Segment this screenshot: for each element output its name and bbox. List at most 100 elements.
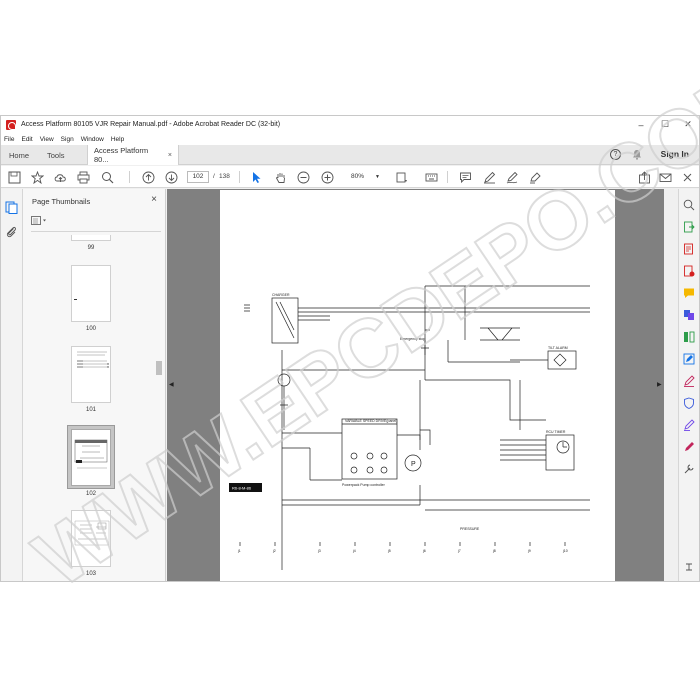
collapse-left-panel-icon[interactable]: ◀ <box>169 381 174 388</box>
thumbnail-page-101[interactable] <box>71 346 111 403</box>
menu-edit[interactable]: Edit <box>21 136 32 143</box>
zoom-out-icon[interactable] <box>296 170 310 184</box>
share-upload-icon[interactable] <box>637 170 651 184</box>
document-scrollbar[interactable] <box>665 233 677 581</box>
window-title: Access Platform 80105 VJR Repair Manual.… <box>21 121 281 128</box>
keyboard-icon[interactable] <box>424 170 438 184</box>
fill-sign-tool-icon[interactable] <box>683 375 695 387</box>
thumbnail-page-99[interactable] <box>71 235 111 241</box>
add-file-icon[interactable] <box>683 265 695 277</box>
menu-file[interactable]: File <box>4 136 14 143</box>
tab-home[interactable]: Home <box>9 145 29 165</box>
page-thumbnails-icon[interactable] <box>5 201 18 214</box>
create-pdf-icon[interactable] <box>683 243 695 255</box>
draw-freehand-icon[interactable] <box>505 170 519 184</box>
thumbnail-selection[interactable] <box>67 425 115 489</box>
column-label: j9 <box>527 549 531 553</box>
thumb-101-content <box>77 351 109 368</box>
label-emergency: Emergency stop <box>400 337 425 341</box>
label-charger: CHARGER <box>272 293 290 297</box>
total-pages: 138 <box>219 173 230 180</box>
menu-help[interactable]: Help <box>111 136 124 143</box>
thumbnail-options-icon[interactable] <box>31 216 49 226</box>
export-pdf-icon[interactable] <box>683 221 695 233</box>
page-up-icon[interactable] <box>141 170 155 184</box>
highlight-pen-icon[interactable] <box>482 170 496 184</box>
zoom-level-value: 80% <box>351 173 365 180</box>
column-label: j5 <box>387 549 391 553</box>
thumbnail-page-102 <box>71 429 111 486</box>
panel-close-icon[interactable]: × <box>151 194 157 205</box>
page-down-icon[interactable] <box>164 170 178 184</box>
column-label: j10 <box>562 549 568 553</box>
hand-tool-icon[interactable] <box>273 170 287 184</box>
right-tools-rail <box>678 189 699 581</box>
more-tools-wrench-icon[interactable] <box>683 463 695 475</box>
thumbnail-label-101: 101 <box>85 407 96 413</box>
menu-bar: File Edit View Sign Window Help <box>1 133 699 145</box>
tab-close-icon[interactable]: × <box>168 152 172 159</box>
menu-view[interactable]: View <box>40 136 54 143</box>
label-rcu: RCU TIMER <box>546 430 566 434</box>
tab-document-label: Access Platform 80... <box>94 146 149 164</box>
tab-document[interactable]: Access Platform 80... × <box>87 145 179 165</box>
thumb-mark <box>74 299 77 300</box>
email-icon[interactable] <box>658 170 672 184</box>
thumbnail-page-103[interactable] <box>71 510 111 567</box>
edit-pdf-icon[interactable] <box>683 353 695 365</box>
organize-pages-icon[interactable] <box>683 331 695 343</box>
thumbnails-scrollbar[interactable] <box>156 361 162 375</box>
help-icon[interactable]: ? <box>610 149 621 160</box>
zoom-in-icon[interactable] <box>320 170 334 184</box>
column-label: j8 <box>492 549 496 553</box>
column-label: j2 <box>272 549 276 553</box>
combine-files-icon[interactable] <box>683 309 695 321</box>
collapse-right-panel-icon[interactable]: ▶ <box>657 381 662 388</box>
print-icon[interactable] <box>76 170 90 184</box>
find-search-icon[interactable] <box>100 170 114 184</box>
send-for-signature-icon[interactable] <box>683 419 695 431</box>
search-zoom-icon[interactable] <box>683 199 695 211</box>
fill-sign-icon[interactable] <box>528 170 542 184</box>
redact-icon[interactable] <box>683 441 695 453</box>
fit-page-icon[interactable] <box>394 170 408 184</box>
toolbar-divider <box>129 171 130 183</box>
page-number-input[interactable]: 102 <box>187 171 209 183</box>
pdf-page[interactable]: P CHARGER VARIABLE SPEED DRIVE(panel) TI… <box>220 190 615 581</box>
attachment-paperclip-icon[interactable] <box>5 225 18 238</box>
page-separator: / <box>213 173 215 180</box>
column-label: j7 <box>457 549 461 553</box>
save-icon[interactable] <box>7 170 21 184</box>
minimize-button[interactable]: – <box>628 116 654 133</box>
select-cursor-icon[interactable] <box>249 170 263 184</box>
thumbnail-label-100: 100 <box>85 326 96 332</box>
wiring-diagram: P CHARGER VARIABLE SPEED DRIVE(panel) TI… <box>229 285 590 570</box>
more-tools-icon[interactable] <box>680 170 694 184</box>
column-label: j3 <box>317 549 321 553</box>
panel-title: Page Thumbnails <box>32 197 91 206</box>
sign-in-button[interactable]: Sign In <box>661 149 689 159</box>
close-window-button[interactable]: ✕ <box>675 116 699 133</box>
thumbnail-label-103: 103 <box>85 571 96 577</box>
menu-sign[interactable]: Sign <box>61 136 74 143</box>
column-label: j6 <box>422 549 426 553</box>
comment-icon[interactable] <box>458 170 472 184</box>
thumbnail-page-100[interactable] <box>71 265 111 322</box>
tab-bar: Home Tools Access Platform 80... × ? Sig… <box>1 145 699 165</box>
protect-shield-icon[interactable] <box>683 397 695 409</box>
comment-tool-icon[interactable] <box>683 287 695 299</box>
bookmark-star-icon[interactable] <box>30 170 44 184</box>
bell-icon[interactable] <box>632 149 642 160</box>
svg-text:P: P <box>411 461 416 468</box>
tab-tools[interactable]: Tools <box>47 145 65 165</box>
toolbar-divider <box>239 171 240 183</box>
vsd-box <box>341 418 398 480</box>
expand-rail-icon[interactable] <box>683 561 695 573</box>
column-label: j1 <box>237 549 241 553</box>
title-bar: Access Platform 80105 VJR Repair Manual.… <box>1 116 699 133</box>
zoom-level-select[interactable]: 80% ▼ <box>341 171 383 183</box>
thumbnail-label-99: 99 <box>87 245 95 251</box>
menu-window[interactable]: Window <box>81 136 104 143</box>
tilt-alarm-box <box>547 350 577 370</box>
upload-cloud-icon[interactable] <box>53 170 67 184</box>
